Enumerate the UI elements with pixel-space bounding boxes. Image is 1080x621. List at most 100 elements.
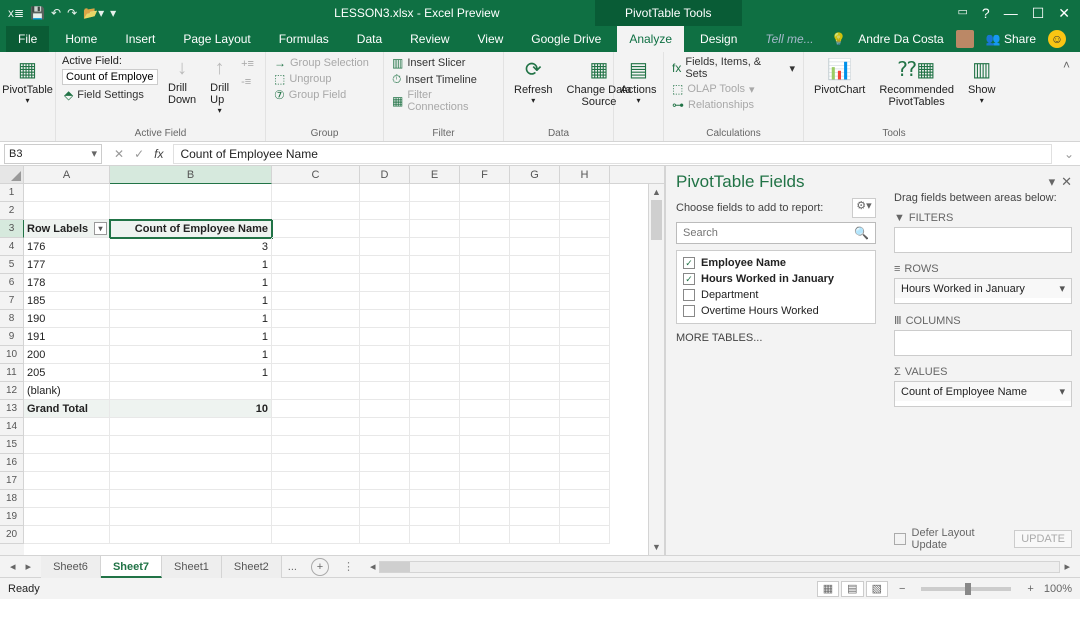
field-item[interactable]: Overtime Hours Worked [683,303,869,319]
next-sheet-icon[interactable]: ▸ [26,560,32,573]
cell[interactable] [410,472,460,490]
cell[interactable] [560,238,610,256]
cell[interactable] [360,382,410,400]
tab-home[interactable]: Home [53,26,109,52]
row-header[interactable]: 9 [0,328,24,346]
col-header-e[interactable]: E [410,166,460,184]
sheet-tab[interactable]: Sheet7 [101,556,162,578]
cell[interactable] [360,400,410,418]
scroll-right-icon[interactable]: ▸ [1060,560,1074,573]
defer-checkbox[interactable] [894,533,906,545]
cell[interactable] [510,310,560,328]
cell[interactable] [360,454,410,472]
redo-icon[interactable]: ↷ [67,6,77,20]
olap-tools-button[interactable]: ⬚OLAP Tools ▾ [670,81,797,97]
cell[interactable] [460,328,510,346]
share-button[interactable]: 👥 Share [986,32,1036,46]
tab-google-drive[interactable]: Google Drive [519,26,613,52]
cell[interactable] [110,526,272,544]
cell[interactable] [560,274,610,292]
cell[interactable] [560,508,610,526]
cell[interactable] [560,310,610,328]
checkbox-icon[interactable]: ✓ [683,257,695,269]
avatar[interactable] [956,30,974,48]
cell[interactable] [560,526,610,544]
collapse-ribbon-icon[interactable]: ˄ [1053,52,1080,141]
cell[interactable] [510,364,560,382]
cell[interactable] [410,526,460,544]
cell[interactable] [272,436,360,454]
row-header[interactable]: 1 [0,184,24,202]
new-sheet-button[interactable]: + [311,558,329,576]
cell[interactable] [360,508,410,526]
cell[interactable] [410,202,460,220]
cell[interactable]: 1 [110,364,272,382]
row-headers[interactable]: 1234567891011121314151617181920 [0,184,24,555]
user-name[interactable]: Andre Da Costa [858,32,943,46]
cell[interactable] [110,490,272,508]
cell[interactable] [560,202,610,220]
cell[interactable] [510,328,560,346]
cell[interactable] [560,346,610,364]
zoom-level[interactable]: 100% [1044,583,1072,595]
cell[interactable] [410,292,460,310]
formula-input[interactable]: Count of Employee Name [173,144,1051,164]
cell[interactable] [272,400,360,418]
tab-design[interactable]: Design [688,26,749,52]
cell[interactable] [110,436,272,454]
cell[interactable] [410,400,460,418]
feedback-icon[interactable]: ☺ [1048,30,1066,48]
tab-view[interactable]: View [466,26,516,52]
tab-review[interactable]: Review [398,26,461,52]
row-header[interactable]: 18 [0,490,24,508]
cell[interactable] [410,382,460,400]
col-header-b[interactable]: B [110,166,272,184]
maximize-icon[interactable]: ☐ [1032,5,1045,22]
cell[interactable] [272,310,360,328]
help-icon[interactable]: ? [982,5,990,22]
cell[interactable] [24,472,110,490]
cell[interactable]: 1 [110,328,272,346]
cell[interactable] [110,382,272,400]
cell[interactable] [272,472,360,490]
rows-chip[interactable]: Hours Worked in January▾ [895,279,1071,298]
cell[interactable] [460,454,510,472]
show-button[interactable]: ▥Show▾ [964,55,1000,107]
cell[interactable] [460,274,510,292]
cell[interactable] [272,454,360,472]
sheet-tabs-more[interactable]: ... [282,561,303,573]
save-icon[interactable]: 💾 [30,6,45,20]
cell[interactable] [410,364,460,382]
cell[interactable] [560,220,610,238]
cell[interactable] [272,490,360,508]
cell[interactable]: 1 [110,292,272,310]
cell[interactable] [360,238,410,256]
cell[interactable] [24,526,110,544]
pane-dropdown-icon[interactable]: ▾ [1049,174,1056,190]
fields-items-sets-button[interactable]: fxFields, Items, & Sets ▾ [670,55,797,81]
expand-field-icon[interactable]: +≡ [239,57,256,71]
cell[interactable] [510,238,560,256]
more-tables-link[interactable]: MORE TABLES... [676,332,876,344]
values-area[interactable]: Count of Employee Name▾ [894,381,1072,407]
cell[interactable] [272,328,360,346]
prev-sheet-icon[interactable]: ◂ [10,560,16,573]
cell[interactable] [272,364,360,382]
cell[interactable] [272,418,360,436]
row-header[interactable]: 7 [0,292,24,310]
tab-file[interactable]: File [6,26,49,52]
cell[interactable] [110,508,272,526]
cell[interactable]: (blank) [24,382,110,400]
cell[interactable]: 3 [110,238,272,256]
hscroll-thumb[interactable] [380,562,410,572]
cell[interactable] [360,202,410,220]
cell[interactable] [360,310,410,328]
ungroup-button[interactable]: ⬚Ungroup [272,71,377,87]
cell[interactable] [560,292,610,310]
cell[interactable] [272,220,360,238]
cell[interactable] [110,472,272,490]
tab-formulas[interactable]: Formulas [267,26,341,52]
cell[interactable] [460,346,510,364]
close-icon[interactable]: ✕ [1058,5,1070,22]
cell[interactable] [410,508,460,526]
